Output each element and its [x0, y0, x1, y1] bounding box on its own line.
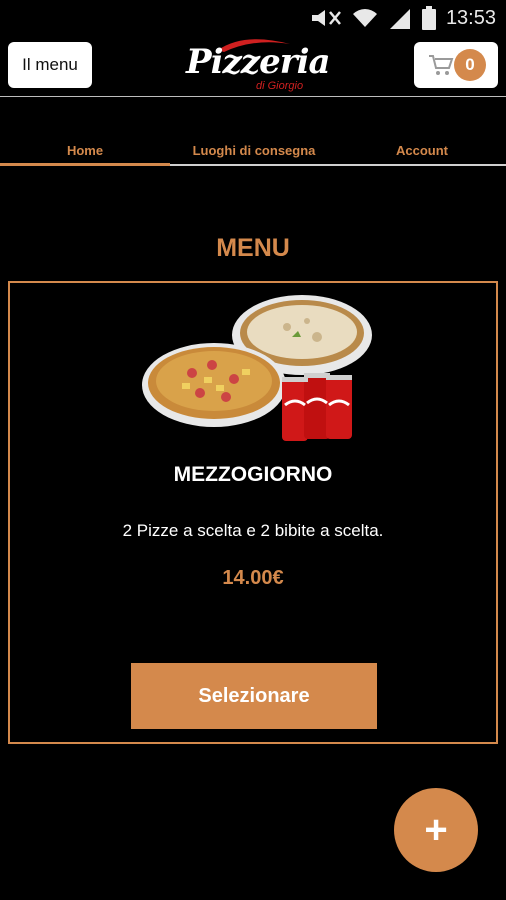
add-fab-button[interactable]: + — [394, 788, 478, 872]
logo-title: Pizzeria — [186, 42, 331, 82]
select-button[interactable]: Selezionare — [131, 663, 377, 729]
plus-icon: + — [424, 807, 448, 852]
product-name: MEZZOGIORNO — [173, 463, 333, 486]
pizzeria-logo[interactable]: Pizzeria di Giorgio — [186, 38, 331, 96]
menu-button[interactable]: Il menu — [8, 42, 92, 88]
tab-luoghi-di-consegna[interactable]: Luoghi di consegna — [170, 138, 338, 162]
product-card: MEZZOGIORNO 2 Pizze a scelta e 2 bibite … — [8, 281, 498, 744]
wifi-icon — [352, 9, 377, 27]
status-icons: 13:53 — [310, 4, 496, 32]
cart-button[interactable]: 0 — [414, 42, 498, 88]
tab-account[interactable]: Account — [338, 138, 506, 162]
product-price: 14.00€ — [222, 567, 284, 589]
tab-home[interactable]: Home — [0, 138, 170, 162]
status-time: 13:53 — [445, 6, 496, 29]
logo-subtitle: di Giorgio — [256, 80, 304, 92]
cart-count-badge: 0 — [454, 49, 486, 81]
signal-icon — [389, 9, 410, 29]
section-title: MENU — [216, 234, 290, 262]
app-bar: Il menu Pizzeria di Giorgio 0 — [0, 36, 506, 97]
product-image — [142, 295, 372, 441]
active-tab-indicator — [0, 163, 170, 166]
cart-icon — [429, 55, 454, 75]
tab-bar: Home Luoghi di consegna Account — [0, 138, 506, 166]
product-description: 2 Pizze a scelta e 2 bibite a scelta. — [122, 521, 384, 540]
mute-icon — [311, 10, 341, 26]
status-bar: 13:53 — [0, 0, 506, 36]
battery-icon — [421, 6, 436, 30]
